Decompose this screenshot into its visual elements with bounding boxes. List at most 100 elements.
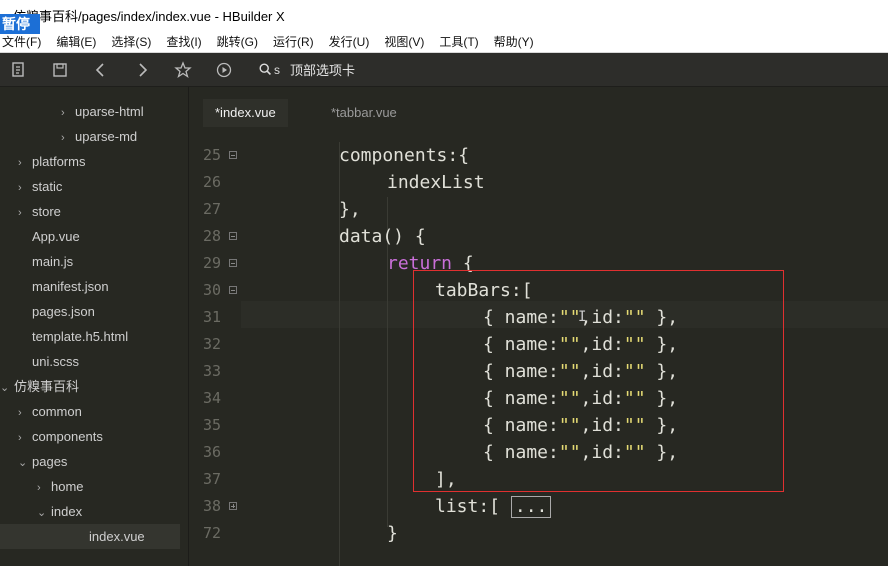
menu-item[interactable]: 文件(F) — [2, 33, 41, 50]
menu-item[interactable]: 发行(U) — [329, 33, 370, 50]
line-number-text: 30 — [202, 281, 221, 299]
chevron-right-icon[interactable]: › — [61, 126, 73, 151]
collapse-fold-icon[interactable] — [229, 232, 237, 240]
line-number: 35 — [189, 412, 249, 439]
tree-item-label: template.h5.html — [32, 329, 129, 344]
highlight-box — [413, 270, 784, 492]
menu-item[interactable]: 视图(V) — [384, 33, 424, 50]
menu-item[interactable]: 查找(I) — [166, 33, 201, 50]
tree-item[interactable]: main.js — [18, 249, 73, 274]
tree-item[interactable]: ⌄ 仿糗事百科 — [0, 374, 79, 399]
code-editor[interactable]: *index.vue *tabbar.vue 25 components:{ 26 i… — [189, 87, 888, 566]
search-bar[interactable]: s 顶部选项卡 — [258, 53, 355, 86]
tree-item[interactable]: › platforms — [18, 149, 85, 174]
tree-item[interactable]: › common — [18, 399, 82, 424]
line-number: 32 — [189, 331, 249, 358]
collapse-fold-icon[interactable] — [229, 286, 237, 294]
save-icon[interactable] — [50, 60, 70, 80]
new-file-icon[interactable] — [9, 60, 29, 80]
tree-item[interactable]: › uparse-md — [61, 124, 137, 149]
line-number-text: 33 — [202, 362, 221, 380]
code-line[interactable]: components:{ — [339, 142, 469, 169]
line-number-text: 37 — [202, 470, 221, 488]
tree-item[interactable]: ⌄ index — [37, 499, 82, 524]
chevron-right-icon[interactable]: › — [37, 476, 49, 501]
tree-item[interactable]: › uparse-html — [61, 99, 144, 124]
chevron-down-icon[interactable]: ⌄ — [18, 451, 30, 476]
tree-item-label: 仿糗事百科 — [14, 379, 80, 394]
menu-item[interactable]: 帮助(Y) — [494, 33, 534, 50]
tree-item-label: index.vue — [89, 529, 145, 544]
tab-index-vue[interactable]: *index.vue — [203, 99, 288, 127]
code-line[interactable]: }, — [339, 196, 361, 223]
text-cursor: I — [578, 309, 587, 325]
star-icon[interactable] — [173, 60, 193, 80]
chevron-right-icon[interactable]: › — [18, 176, 30, 201]
code-token: }, — [339, 199, 361, 220]
tree-item-label: uparse-html — [75, 104, 144, 119]
menu-item[interactable]: 编辑(E) — [56, 33, 96, 50]
code-token: components:{ — [339, 145, 470, 166]
tree-item[interactable]: › static — [18, 174, 62, 199]
search-input[interactable]: 顶部选项卡 — [290, 60, 355, 79]
code-line[interactable]: indexList — [387, 169, 485, 196]
tab-tabbar-vue[interactable]: *tabbar.vue — [319, 99, 409, 127]
line-number: 34 — [189, 385, 249, 412]
tree-item[interactable]: App.vue — [18, 224, 80, 249]
tree-item[interactable]: manifest.json — [18, 274, 109, 299]
chevron-right-icon[interactable]: › — [18, 401, 30, 426]
menu-item[interactable]: 选择(S) — [111, 33, 151, 50]
line-number: 33 — [189, 358, 249, 385]
tree-item[interactable]: › components — [18, 424, 103, 449]
folded-code-placeholder[interactable]: ... — [510, 496, 552, 518]
line-number-text: 26 — [202, 173, 221, 191]
line-number-text: 34 — [202, 389, 221, 407]
tree-item[interactable]: template.h5.html — [18, 324, 128, 349]
tree-item-label: components — [32, 429, 103, 444]
menu-item[interactable]: 跳转(G) — [217, 33, 258, 50]
menu-item[interactable]: 工具(T) — [439, 33, 478, 50]
line-number: 26 — [189, 169, 249, 196]
code-line[interactable]: data() { — [339, 223, 426, 250]
chevron-right-icon[interactable]: › — [61, 101, 73, 126]
line-number-text: 25 — [202, 146, 221, 164]
project-tree: › uparse-html › uparse-md › platforms › static ›… — [0, 87, 189, 566]
code-line[interactable]: } — [387, 520, 398, 547]
line-number: 31 — [189, 304, 249, 331]
tree-item-label: manifest.json — [32, 279, 109, 294]
tree-item-label: pages — [32, 454, 68, 469]
forward-icon[interactable] — [132, 60, 152, 80]
chevron-right-icon[interactable]: › — [18, 426, 30, 451]
chevron-down-icon[interactable]: ⌄ — [37, 501, 49, 526]
title-bar: 仿糗事百科/pages/index/index.vue - HBuilder X — [0, 0, 888, 30]
menu-item[interactable]: 运行(R) — [273, 33, 314, 50]
line-number: 28 — [189, 223, 249, 250]
chevron-right-icon[interactable]: › — [18, 201, 30, 226]
tree-item[interactable]: ⌄ pages — [18, 449, 67, 474]
line-number-text: 38 — [202, 497, 221, 515]
expand-fold-icon[interactable] — [229, 502, 237, 510]
code-line[interactable]: list:[ ... — [435, 493, 552, 520]
chevron-right-icon[interactable]: › — [18, 151, 30, 176]
line-number: 38 — [189, 493, 249, 520]
tree-item-label: uni.scss — [32, 354, 79, 369]
line-number-text: 31 — [202, 308, 221, 326]
tree-item[interactable]: pages.json — [18, 299, 95, 324]
tree-item[interactable]: uni.scss — [18, 349, 79, 374]
search-shortcut: s — [274, 62, 280, 77]
menu-bar: 文件(F) 编辑(E) 选择(S) 查找(I) 跳转(G) 运行(R) 发行(U) 视图(V)… — [0, 30, 888, 53]
chevron-down-icon[interactable]: ⌄ — [0, 376, 12, 401]
collapse-fold-icon[interactable] — [229, 151, 237, 159]
editor-tabs: *index.vue *tabbar.vue — [189, 87, 888, 127]
collapse-fold-icon[interactable] — [229, 259, 237, 267]
line-number: 37 — [189, 466, 249, 493]
tree-item[interactable]: › home — [37, 474, 84, 499]
tree-item[interactable]: › store — [18, 199, 61, 224]
line-number-text: 36 — [202, 443, 221, 461]
tree-item-label: store — [32, 204, 61, 219]
run-icon[interactable] — [214, 60, 234, 80]
tree-item-label: main.js — [32, 254, 74, 269]
tree-item[interactable]: index.vue — [0, 524, 180, 549]
back-icon[interactable] — [91, 60, 111, 80]
code-token: indexList — [387, 172, 485, 193]
